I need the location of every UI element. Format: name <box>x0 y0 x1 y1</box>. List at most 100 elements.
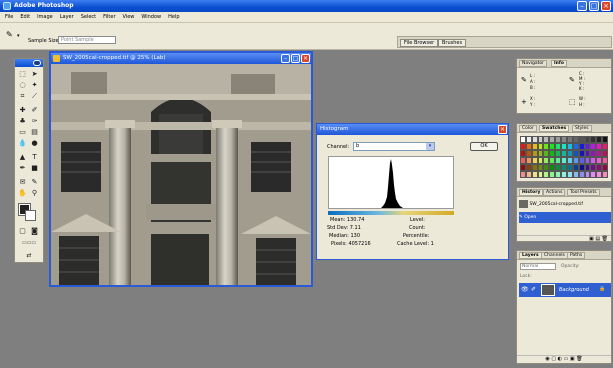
menu-filter[interactable]: Filter <box>103 14 115 20</box>
tab-info[interactable]: Info <box>551 60 567 67</box>
menu-select[interactable]: Select <box>81 14 96 20</box>
history-state-open[interactable]: ✎ Open <box>519 212 611 223</box>
chevron-down-icon[interactable]: ▾ <box>426 143 434 150</box>
menu-image[interactable]: Image <box>37 14 53 20</box>
magic-wand-icon[interactable]: ✦ <box>30 81 39 90</box>
pen-icon[interactable]: ✒ <box>18 164 27 173</box>
minimize-icon[interactable]: – <box>577 1 587 11</box>
document-window: SW_2005cal-cropped.tif @ 25% (Lab) – □ × <box>49 51 313 287</box>
tab-paths[interactable]: Paths <box>567 252 586 259</box>
tab-styles[interactable]: Styles <box>572 125 592 132</box>
marquee-icon[interactable]: ⬚ <box>18 70 27 79</box>
doc-maximize-icon[interactable]: □ <box>291 54 300 63</box>
tab-channels[interactable]: Channels <box>541 252 568 259</box>
tab-brushes[interactable]: Brushes <box>438 39 467 47</box>
info-a: A : <box>530 79 536 84</box>
stat-percentile: Percentile: <box>403 233 430 239</box>
menu-edit[interactable]: Edit <box>20 14 30 20</box>
blend-mode-select[interactable]: Normal <box>520 263 556 270</box>
sample-size-select[interactable]: Point Sample <box>58 36 116 44</box>
close-icon[interactable]: × <box>601 1 611 11</box>
history-footer-icons[interactable]: ▣ ▤ 🗑 <box>517 235 611 242</box>
menu-window[interactable]: Window <box>141 14 161 20</box>
move-icon[interactable]: ➤ <box>30 70 39 79</box>
channel-value: b <box>356 143 360 149</box>
layer-thumbnail <box>541 284 555 296</box>
path-selection-icon[interactable]: ▲ <box>18 153 27 162</box>
zoom-icon[interactable]: ⚲ <box>30 189 39 198</box>
eyedropper-icon[interactable]: ✎ <box>6 30 16 40</box>
slice-icon[interactable]: ⟋ <box>30 92 39 101</box>
swatch[interactable] <box>602 136 608 143</box>
close-icon[interactable]: × <box>498 125 507 134</box>
photoshop-logo-icon[interactable] <box>33 60 41 66</box>
tab-history[interactable]: History <box>519 189 544 196</box>
tab-actions[interactable]: Actions <box>543 189 566 196</box>
tab-navigator[interactable]: Navigator <box>519 60 548 67</box>
history-snapshot-label: SW_2005cal-cropped.tif <box>529 202 583 207</box>
stat-mean: Mean: 130.74 <box>330 217 365 223</box>
layer-row-background[interactable]: 👁 ✐ Background 🔒 <box>519 283 611 297</box>
tool-preset-arrow-icon[interactable]: ▾ <box>17 33 20 39</box>
brush-icon[interactable]: ✐ <box>30 106 39 115</box>
clone-stamp-icon[interactable]: ♣ <box>18 117 27 126</box>
info-l: L : <box>530 73 535 78</box>
menu-view[interactable]: View <box>123 14 135 20</box>
eyedropper-info-icon-2: ✎ <box>569 76 575 84</box>
lock-icon: 🔒 <box>599 286 606 292</box>
stat-pixels: Pixels: 4057216 <box>331 241 371 247</box>
tab-color[interactable]: Color <box>519 125 537 132</box>
history-brush-icon[interactable]: ✑ <box>30 117 39 126</box>
notes-icon[interactable]: ✉ <box>18 178 27 187</box>
photoshop-icon <box>3 2 11 10</box>
tab-swatches[interactable]: Swatches <box>539 125 570 132</box>
eye-icon[interactable]: 👁 <box>521 286 529 293</box>
swatch[interactable] <box>602 143 608 150</box>
blur-icon[interactable]: 💧 <box>18 139 27 148</box>
hand-icon[interactable]: ✋ <box>18 189 27 198</box>
eraser-icon[interactable]: ▭ <box>18 128 27 137</box>
window-controls: – □ × <box>577 1 611 11</box>
palette-well: File Browser Brushes <box>397 36 612 48</box>
histogram-graph[interactable] <box>328 156 454 209</box>
jump-to-imageready-icon[interactable]: ⇄ <box>18 251 40 260</box>
menu-help[interactable]: Help <box>168 14 179 20</box>
dodge-icon[interactable]: ● <box>30 139 39 148</box>
tab-file-browser[interactable]: File Browser <box>400 39 439 47</box>
layers-footer-icons[interactable]: ◉ ▢ ◐ ▭ ▣ 🗑 <box>517 355 611 364</box>
channel-select[interactable]: b ▾ <box>353 142 435 151</box>
menu-layer[interactable]: Layer <box>60 14 74 20</box>
building-photo[interactable] <box>51 64 311 285</box>
menu-bar: File Edit Image Layer Select Filter View… <box>0 12 613 23</box>
gradient-icon[interactable]: ▤ <box>30 128 39 137</box>
tab-tool-presets[interactable]: Tool Presets <box>567 189 600 196</box>
type-icon[interactable]: T <box>30 153 39 162</box>
swatch[interactable] <box>602 157 608 164</box>
eyedropper-info-icon: ✎ <box>521 76 527 84</box>
background-color-swatch[interactable] <box>25 210 36 221</box>
info-w: W : <box>579 96 586 101</box>
healing-brush-icon[interactable]: ✚ <box>18 106 27 115</box>
quick-mask-icon[interactable]: ◙ <box>30 227 39 236</box>
swatches-grid[interactable] <box>520 136 608 178</box>
ok-button[interactable]: OK <box>470 142 498 151</box>
history-snapshot[interactable]: SW_2005cal-cropped.tif <box>519 199 611 210</box>
doc-close-icon[interactable]: × <box>301 54 310 63</box>
doc-minimize-icon[interactable]: – <box>281 54 290 63</box>
swatch[interactable] <box>602 171 608 178</box>
swatch[interactable] <box>602 164 608 171</box>
eyedropper-tool-icon[interactable]: ✎ <box>30 178 39 187</box>
swatch[interactable] <box>602 150 608 157</box>
screen-mode-icons[interactable]: ▭▭▭ <box>16 239 42 248</box>
menu-file[interactable]: File <box>5 14 13 20</box>
history-panel: History Actions Tool Presets SW_2005cal-… <box>516 187 612 242</box>
maximize-icon[interactable]: □ <box>589 1 599 11</box>
tab-layers[interactable]: Layers <box>519 252 542 259</box>
standard-mode-icon[interactable]: ▢ <box>18 227 27 236</box>
lasso-icon[interactable]: ◌ <box>18 81 27 90</box>
info-y2: Y : <box>530 102 536 107</box>
shape-icon[interactable]: ■ <box>30 164 39 173</box>
info-x: X : <box>530 96 536 101</box>
crop-icon[interactable]: ⌗ <box>18 92 27 101</box>
stat-median: Median: 130 <box>329 233 361 239</box>
